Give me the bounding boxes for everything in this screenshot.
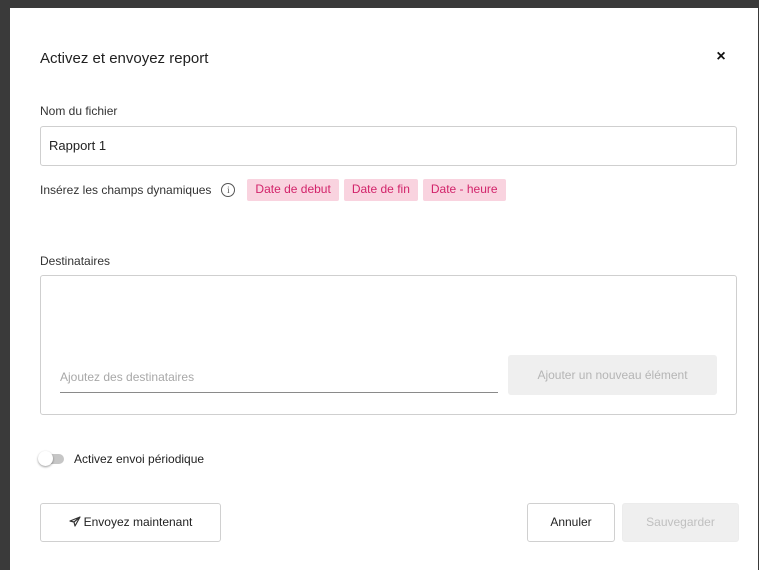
- save-button[interactable]: Sauvegarder: [622, 503, 739, 542]
- send-icon: [69, 504, 81, 541]
- cancel-button[interactable]: Annuler: [527, 503, 615, 542]
- periodic-toggle-label: Activez envoi périodique: [74, 452, 205, 466]
- add-recipient-button[interactable]: Ajouter un nouveau élément: [508, 355, 717, 395]
- recipients-input[interactable]: Ajoutez des destinataires: [60, 361, 498, 393]
- info-icon[interactable]: i: [221, 183, 236, 197]
- chip-date-heure[interactable]: Date - heure: [422, 179, 506, 201]
- filename-label: Nom du fichier: [40, 104, 118, 118]
- chip-date-debut[interactable]: Date de debut: [247, 179, 339, 201]
- dialog-title: Activez et envoyez report: [40, 50, 209, 67]
- dynamic-fields-label: Insérez les champs dynamiques: [40, 183, 212, 197]
- dynamic-fields-row: Insérez les champs dynamiques i Date de …: [40, 178, 511, 202]
- close-icon[interactable]: ×: [712, 48, 730, 66]
- recipients-label: Destinataires: [40, 254, 111, 268]
- chip-date-fin[interactable]: Date de fin: [343, 179, 418, 201]
- toggle-knob: [38, 451, 53, 466]
- filename-input[interactable]: Rapport 1: [40, 126, 737, 166]
- periodic-toggle[interactable]: [38, 451, 64, 466]
- send-now-label: Envoyez maintenant: [83, 515, 193, 529]
- recipients-placeholder: Ajoutez des destinataires: [60, 370, 195, 384]
- report-dialog: Activez et envoyez report × Nom du fichi…: [10, 8, 758, 570]
- send-now-button[interactable]: Envoyez maintenant: [40, 503, 221, 542]
- periodic-toggle-row: Activez envoi périodique: [38, 451, 205, 466]
- recipients-box: Ajoutez des destinataires Ajouter un nou…: [40, 275, 737, 415]
